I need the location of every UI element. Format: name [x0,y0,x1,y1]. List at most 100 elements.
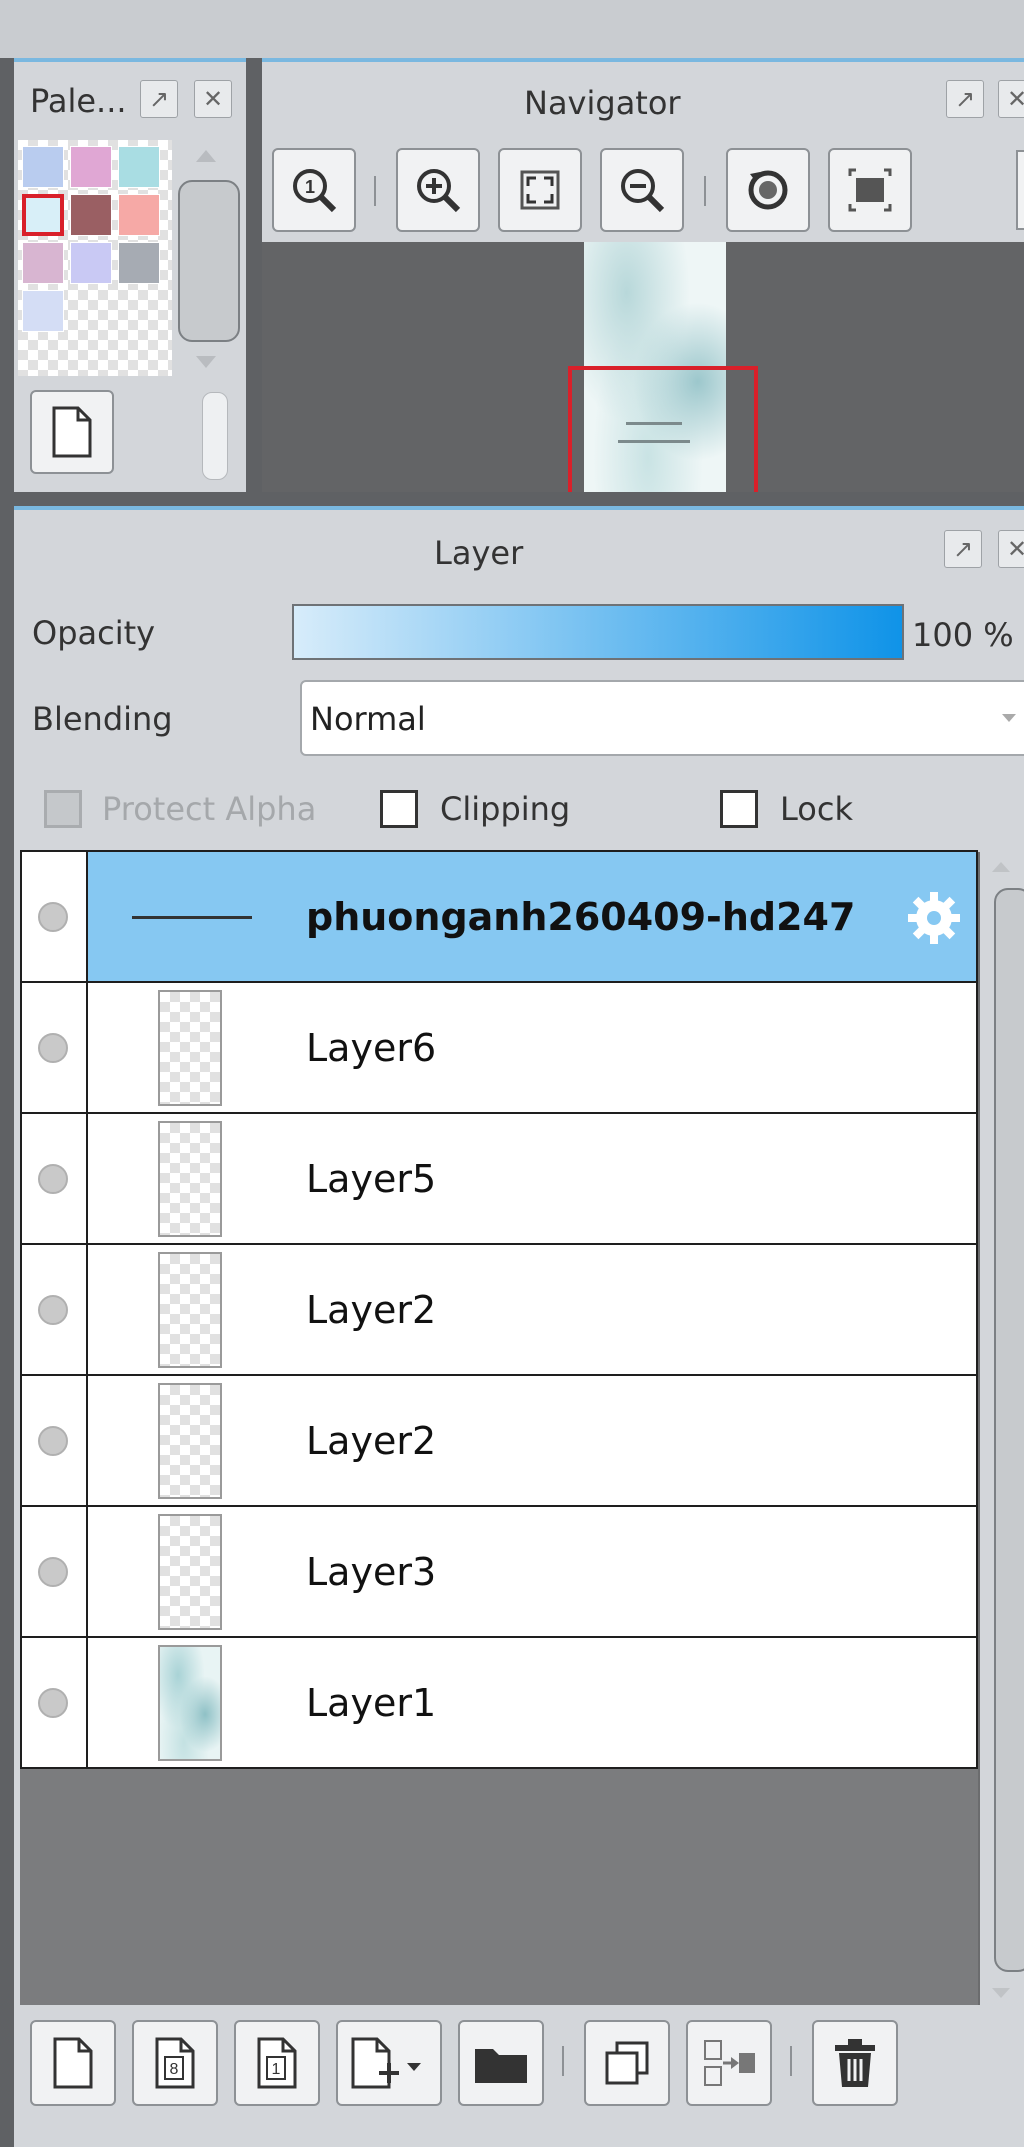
popout-icon[interactable]: ↗ [140,80,178,118]
color-swatch[interactable] [22,290,64,332]
layer-row[interactable]: Layer3 [20,1505,978,1638]
visibility-toggle[interactable] [22,1114,88,1243]
scroll-up-icon[interactable] [992,862,1010,872]
color-swatch[interactable] [118,242,160,284]
visibility-toggle[interactable] [22,1376,88,1505]
layer-scroll-thumb[interactable] [994,888,1024,1972]
clipping-label: Clipping [440,790,571,828]
close-icon[interactable]: ✕ [998,80,1024,118]
new-folder-icon[interactable] [458,2020,544,2106]
rotate-icon[interactable] [726,148,810,232]
lock-checkbox[interactable] [720,790,758,828]
color-swatch[interactable] [70,242,112,284]
opacity-slider[interactable] [292,604,904,660]
color-swatch[interactable] [70,146,112,188]
new-page-icon[interactable] [30,390,114,474]
layer-thumbnail [158,1382,222,1499]
scroll-down-icon[interactable] [992,1988,1010,1998]
opacity-label: Opacity [32,614,156,652]
toolbar-overflow-button[interactable] [1016,150,1024,230]
protect-alpha-checkbox[interactable] [44,790,82,828]
fullscreen-icon[interactable] [828,148,912,232]
visibility-toggle[interactable] [22,1245,88,1374]
duplicate-layer-icon[interactable] [584,2020,670,2106]
blending-value: Normal [310,700,426,738]
gear-icon[interactable] [904,888,964,948]
layer-row[interactable]: Layer2 [20,1243,978,1376]
actual-size-zoom-icon[interactable]: 1 [272,148,356,232]
color-swatch-selected[interactable] [22,194,64,236]
layer-thumbnail [158,1513,222,1630]
layer-name: Layer5 [306,1156,437,1201]
layer-list-empty-area[interactable] [20,1769,978,2005]
eye-icon [38,1425,68,1456]
eye-icon [38,1163,68,1194]
palette-title: Pale... [30,82,127,120]
toolbar-separator [374,176,376,206]
color-swatch[interactable] [22,242,64,284]
fit-window-icon[interactable] [498,148,582,232]
visibility-toggle[interactable] [22,1638,88,1767]
eye-icon [38,1687,68,1718]
delete-layer-icon[interactable] [812,2020,898,2106]
toolbar-separator [562,2046,564,2076]
color-swatch[interactable] [70,194,112,236]
navigator-view-frame[interactable] [568,366,758,496]
layer-row[interactable]: Layer1 [20,1636,978,1769]
popout-icon[interactable]: ↗ [944,530,982,568]
layer-row[interactable]: Layer2 [20,1374,978,1507]
eye-icon [38,1294,68,1325]
layer-row-selected[interactable]: phuonganh260409-hd247 [20,850,978,983]
opacity-value: 100 % [912,616,1014,654]
svg-text:8: 8 [170,2061,179,2078]
color-swatch[interactable] [22,146,64,188]
layer-name: Layer3 [306,1549,437,1594]
palette-slider[interactable] [202,392,228,480]
eye-icon [38,1032,68,1063]
layer-thumbnail [158,1251,222,1368]
panel-divider[interactable] [0,492,1024,506]
new-8bit-layer-icon[interactable]: 8 [132,2020,218,2106]
eye-icon [38,1556,68,1587]
layer-name: phuonganh260409-hd247 [306,894,856,939]
palette-panel: Pale... ↗ ✕ [14,58,246,492]
layer-name: Layer1 [306,1680,437,1725]
popout-icon[interactable]: ↗ [946,80,984,118]
layer-name: Layer6 [306,1025,437,1070]
toolbar-separator [704,176,706,206]
protect-alpha-label: Protect Alpha [102,790,317,828]
layer-panel-title: Layer [434,534,524,572]
clipping-checkbox[interactable] [380,790,418,828]
visibility-toggle[interactable] [22,983,88,1112]
layer-list-scrollbar[interactable] [980,852,1024,2012]
layer-row[interactable]: Layer6 [20,981,978,1114]
svg-text:1: 1 [272,2061,281,2078]
svg-text:1: 1 [305,177,315,197]
layer-thumbnail [158,1120,222,1237]
layer-thumbnail [158,989,222,1106]
color-swatch[interactable] [118,194,160,236]
add-layer-menu-icon[interactable] [336,2020,442,2106]
merge-layer-icon[interactable] [686,2020,772,2106]
scroll-down-icon[interactable] [196,356,216,368]
visibility-toggle[interactable] [22,1507,88,1636]
close-icon[interactable]: ✕ [998,530,1024,568]
color-swatch[interactable] [118,146,160,188]
toolbar-separator [790,2046,792,2076]
scroll-up-icon[interactable] [196,150,216,162]
new-1bit-layer-icon[interactable]: 1 [234,2020,320,2106]
navigator-preview-area[interactable] [262,242,1024,496]
new-layer-icon[interactable] [30,2020,116,2106]
palette-scroll-thumb[interactable] [178,180,240,342]
visibility-toggle[interactable] [22,852,88,981]
blending-select[interactable]: Normal [300,680,1024,756]
text-layer-line [132,916,252,919]
panel-splitter[interactable] [246,58,262,492]
palette-scrollbar[interactable] [172,140,242,376]
zoom-out-icon[interactable] [600,148,684,232]
layer-row[interactable]: Layer5 [20,1112,978,1245]
lock-label: Lock [780,790,853,828]
close-icon[interactable]: ✕ [194,80,232,118]
layer-name: Layer2 [306,1418,437,1463]
zoom-in-icon[interactable] [396,148,480,232]
